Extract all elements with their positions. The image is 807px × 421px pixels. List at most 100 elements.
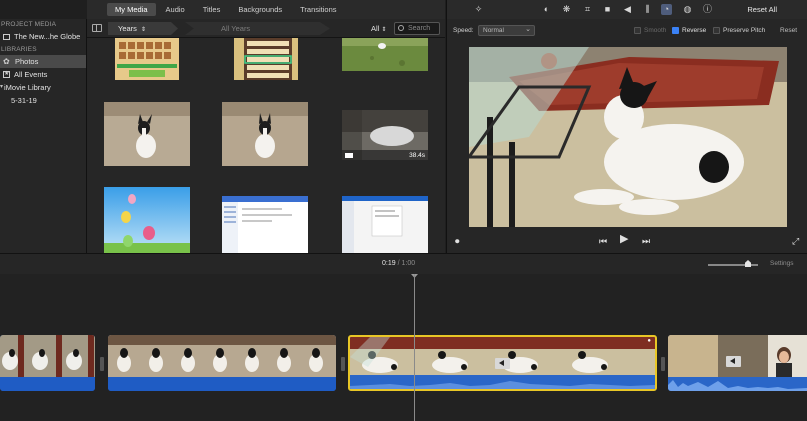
checkbox-box — [713, 27, 720, 34]
checkbox-label: Preserve Pitch — [723, 27, 766, 34]
sidebar-item-label: iMovie Library — [4, 83, 51, 92]
skip-back-icon[interactable]: ⏮ — [599, 235, 607, 247]
timeline-clip-4[interactable] — [668, 335, 807, 391]
media-thumbnail-screenshot-2[interactable] — [342, 196, 428, 253]
magic-wand-icon[interactable]: ✧ — [473, 4, 484, 15]
media-thumbnail-grass-dog[interactable] — [342, 38, 428, 71]
reset-all-button[interactable]: Reset All — [747, 5, 777, 14]
video-frame[interactable] — [469, 47, 787, 227]
search-input[interactable]: Search — [394, 22, 440, 35]
years-label: Years — [118, 24, 137, 33]
zoom-slider-knob[interactable] — [745, 260, 751, 267]
media-thumbnail-dog-1[interactable] — [104, 102, 190, 166]
video-viewer — [446, 45, 807, 230]
crop-icon[interactable]: ⌗ — [582, 4, 593, 15]
tab-transitions[interactable]: Transitions — [292, 3, 344, 16]
clip-audio-waveform[interactable] — [668, 377, 807, 391]
timeline-header: 0:19 / 1:00 Settings — [0, 253, 807, 274]
color-palette-icon[interactable]: ❋ — [561, 4, 572, 15]
media-browser-grid: 38.4s — [87, 38, 445, 253]
timeline-clip-selected[interactable]: ● — [348, 335, 657, 391]
timeline-clip-1[interactable] — [0, 335, 95, 391]
info-icon[interactable]: ⓘ — [702, 4, 713, 15]
tab-backgrounds[interactable]: Backgrounds — [230, 3, 290, 16]
sidebar-item-library[interactable]: ▾ iMovie Library — [0, 81, 86, 94]
updown-chevron-icon: ⇕ — [141, 27, 147, 33]
clip-gear-icon[interactable]: ● — [647, 338, 651, 344]
fullscreen-icon[interactable]: ⤢ — [792, 235, 799, 247]
media-thumbnail-video-clip[interactable]: 38.4s — [342, 110, 428, 160]
star-icon: ★ — [3, 71, 10, 78]
total-time: 1:00 — [401, 260, 416, 267]
sidebar-item-label: Photos — [15, 57, 39, 66]
stabilization-icon[interactable]: ■ — [602, 4, 613, 15]
video-camera-icon — [345, 153, 353, 158]
tab-audio[interactable]: Audio — [158, 3, 193, 16]
media-thumbnail-screenshot-1[interactable] — [222, 196, 308, 253]
smooth-checkbox[interactable]: Smooth — [634, 27, 666, 34]
libraries-heading: LIBRARIES — [1, 46, 37, 53]
skip-forward-icon[interactable]: ⏭ — [642, 235, 650, 247]
media-tab-bar: My Media Audio Titles Backgrounds Transi… — [87, 0, 445, 19]
speed-marker[interactable] — [726, 356, 741, 367]
photos-icon: ✿ — [3, 56, 10, 66]
timecode: 0:19 / 1:00 — [382, 260, 415, 267]
playback-controls: ⏺ ⏮ ▶ ⏭ ⤢ — [446, 230, 807, 253]
equalizer-icon[interactable]: ⫼ — [642, 4, 653, 15]
film-icon — [3, 33, 10, 40]
microphone-icon[interactable]: ⏺ — [455, 235, 460, 247]
media-thumbnail-dog-2[interactable] — [222, 102, 308, 166]
speed-icon[interactable]: ◔ — [661, 4, 672, 15]
reset-button[interactable]: Reset — [780, 27, 797, 34]
tab-titles[interactable]: Titles — [195, 3, 229, 16]
speed-settings-bar: Speed: Normal Smooth Reverse Preserve Pi… — [446, 19, 807, 45]
sidebar-item-event[interactable]: 5-31-19 — [0, 94, 86, 107]
checkbox-box — [634, 27, 641, 34]
clip-audio-waveform[interactable] — [350, 375, 655, 389]
transition-marker[interactable] — [661, 357, 665, 371]
reverse-checkbox[interactable]: Reverse — [672, 27, 706, 34]
all-years-breadcrumb[interactable]: All Years — [185, 22, 330, 35]
timeline: ● — [0, 274, 807, 421]
clip-audio-waveform[interactable] — [108, 377, 336, 391]
time-separator: / — [397, 260, 400, 267]
checkbox-box — [672, 27, 679, 34]
transition-marker[interactable] — [341, 357, 345, 371]
speed-label: Speed: — [453, 27, 474, 34]
sidebar-item-label: The New...he Globe — [14, 32, 81, 41]
clip-filter-select[interactable]: All ⇕ — [371, 22, 386, 37]
preserve-pitch-checkbox[interactable]: Preserve Pitch — [713, 27, 765, 34]
sidebar-item-label: All Events — [14, 70, 48, 79]
sidebar-item-all-events[interactable]: ★ All Events — [0, 68, 86, 81]
current-time: 0:19 — [382, 260, 396, 267]
sidebar-item-project[interactable]: The New...he Globe — [0, 30, 86, 43]
checkbox-label: Reverse — [682, 27, 707, 34]
disclosure-triangle-icon[interactable]: ▾ — [0, 81, 3, 94]
media-thumbnail-eggs[interactable] — [104, 187, 190, 253]
sidebar-toggle-icon[interactable] — [92, 24, 102, 32]
clip-audio-waveform[interactable] — [0, 377, 95, 391]
transition-marker[interactable] — [100, 357, 104, 371]
filter-icon[interactable]: ◍ — [682, 4, 693, 15]
checkbox-label: Smooth — [644, 27, 667, 34]
volume-icon[interactable]: ◀ — [622, 4, 633, 15]
sidebar-item-photos[interactable]: ✿ Photos — [0, 55, 86, 68]
media-thumbnail-game[interactable] — [115, 38, 179, 80]
project-media-heading: PROJECT MEDIA — [1, 21, 57, 28]
sidebar-item-label: 5-31-19 — [11, 96, 37, 105]
clip-duration: 38.4s — [409, 152, 425, 159]
timeline-settings-button[interactable]: Settings — [770, 260, 794, 267]
clip-filmstrip — [0, 335, 95, 377]
search-icon — [398, 25, 404, 31]
tab-my-media[interactable]: My Media — [107, 3, 156, 16]
imovie-window: My Media Audio Titles Backgrounds Transi… — [0, 0, 807, 421]
filter-label: All — [371, 24, 380, 33]
play-icon[interactable]: ▶ — [620, 233, 628, 245]
timeline-clip-2[interactable] — [108, 335, 336, 391]
reverse-speed-marker[interactable] — [495, 358, 510, 369]
media-thumbnail-app-screen[interactable] — [234, 38, 298, 80]
speed-select[interactable]: Normal — [478, 25, 535, 36]
years-grouping-select[interactable]: Years ⇕ — [108, 22, 178, 35]
playhead[interactable] — [414, 274, 415, 421]
color-balance-icon[interactable]: ◐ — [541, 4, 552, 15]
